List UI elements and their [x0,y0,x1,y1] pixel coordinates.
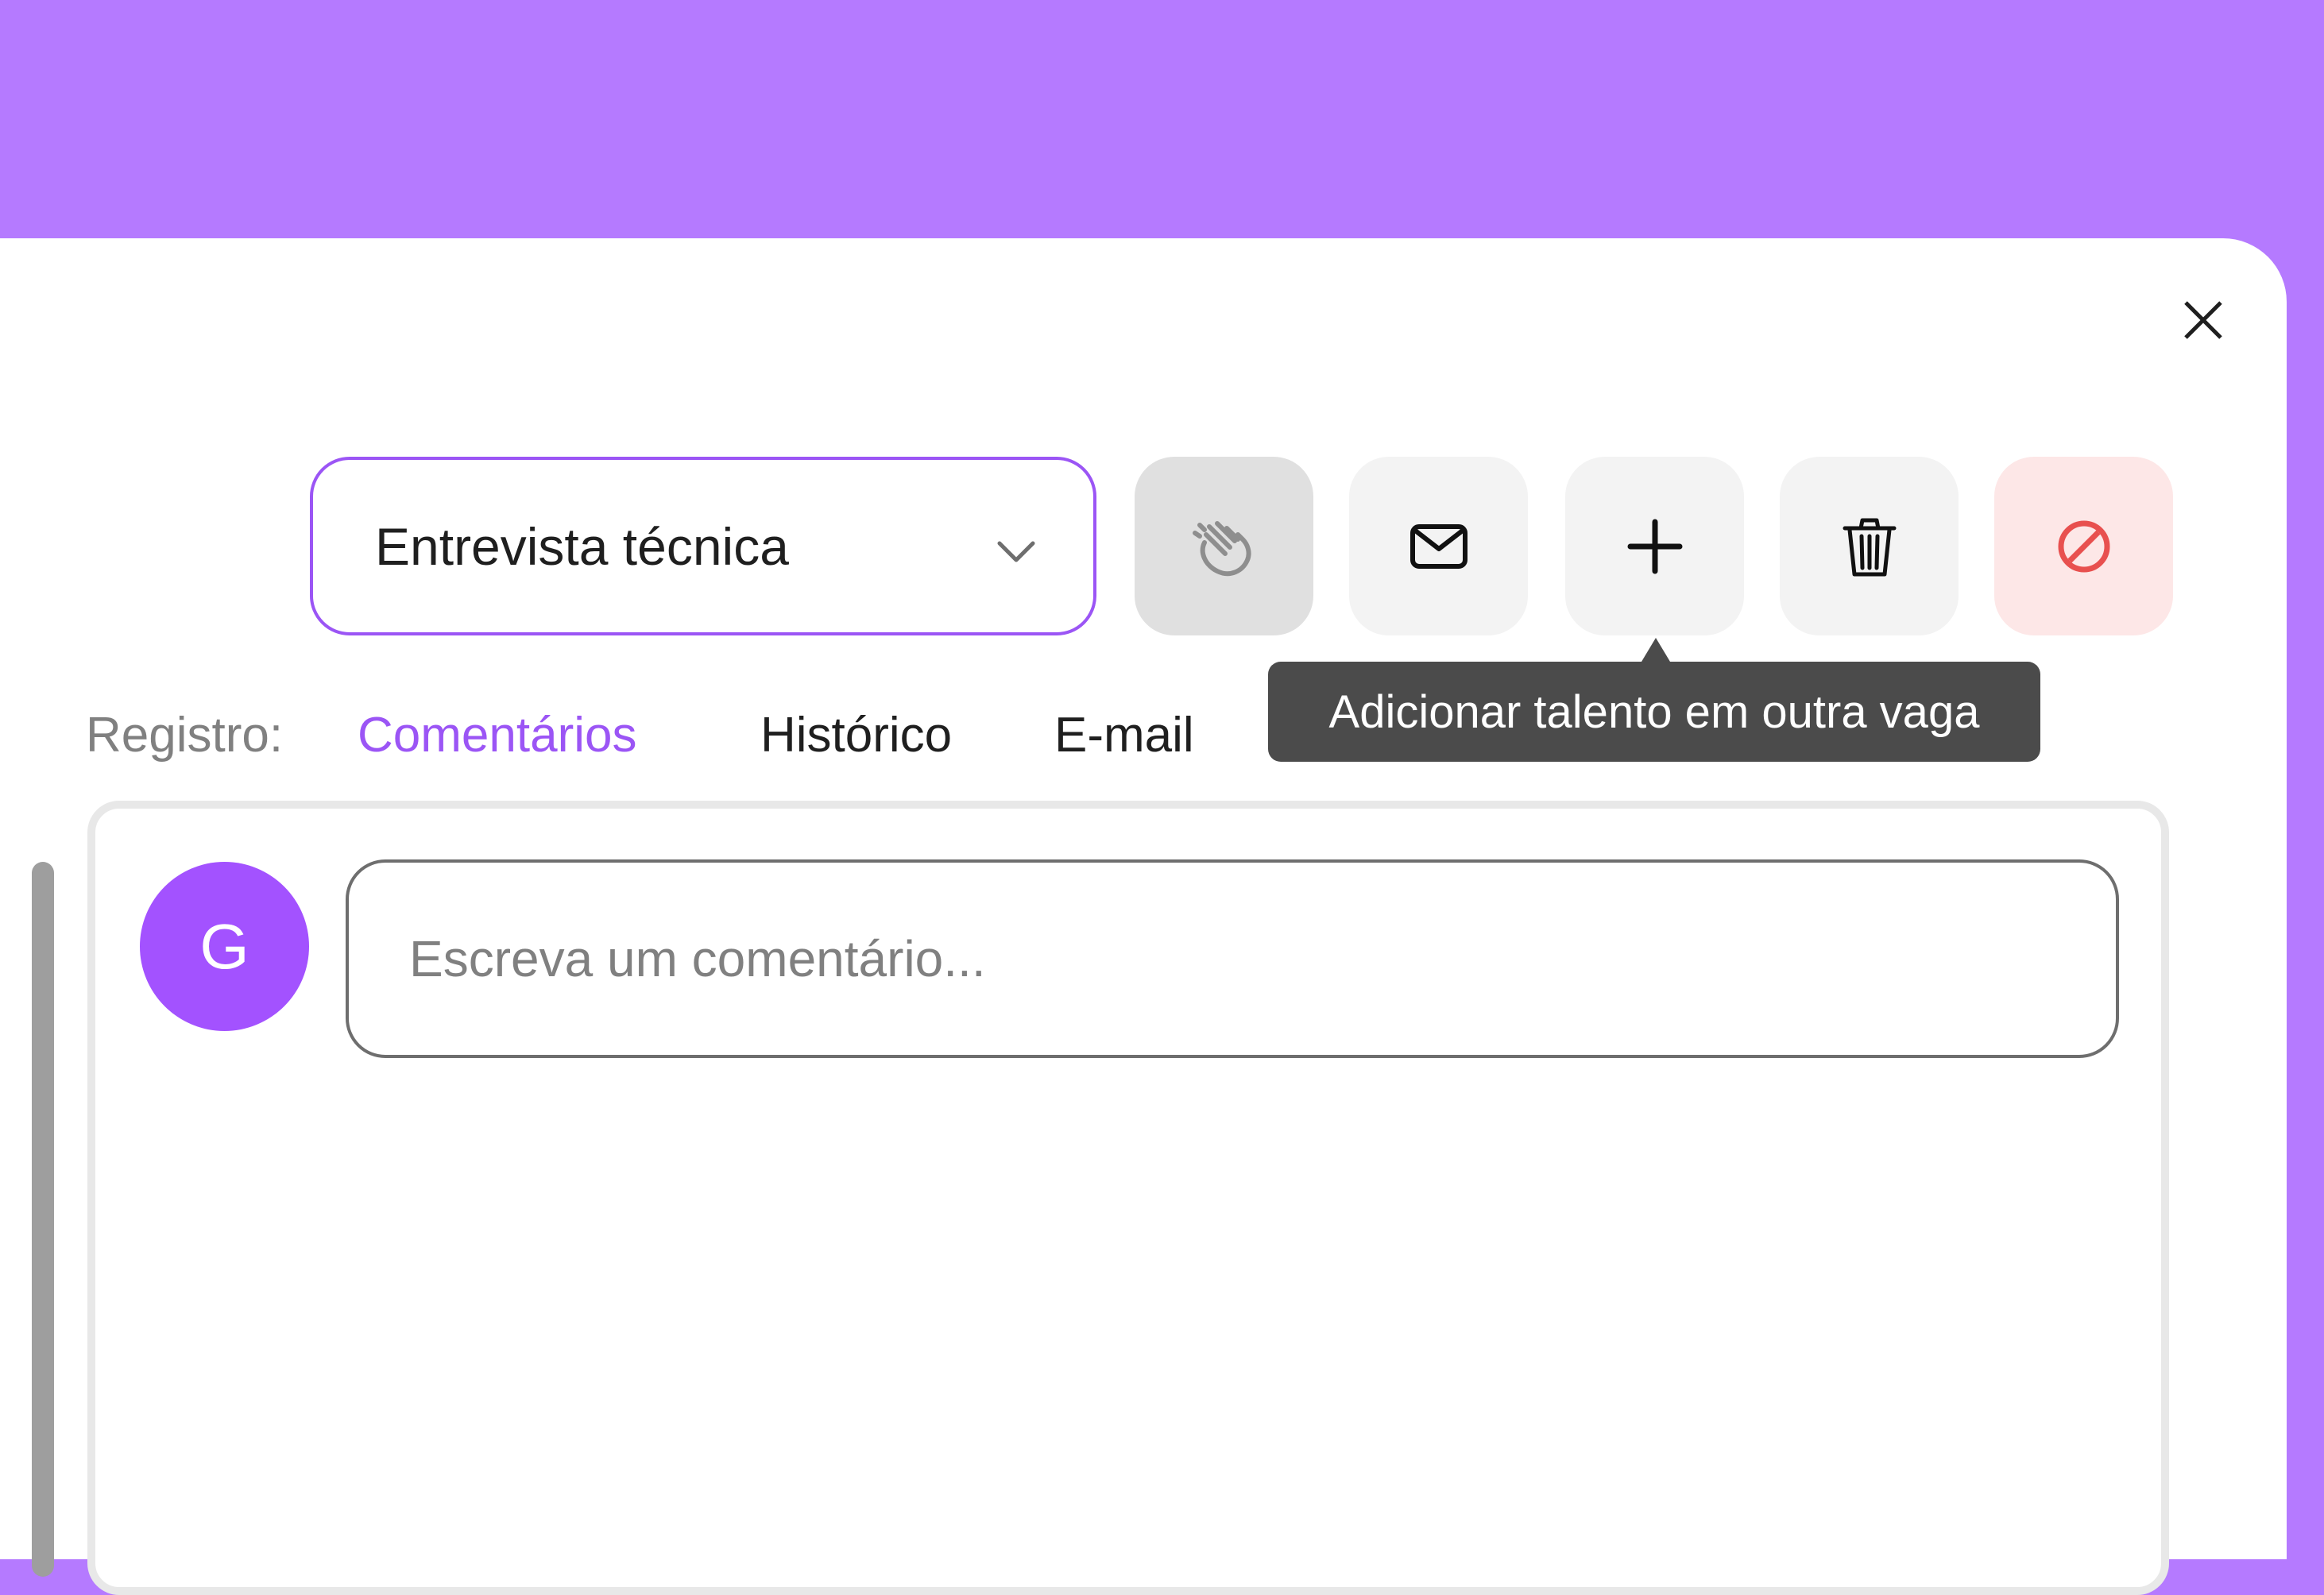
tab-history[interactable]: Histórico [760,707,952,763]
comment-input[interactable] [346,859,2119,1058]
close-icon [2184,301,2222,339]
avatar: G [140,862,309,1031]
tooltip-arrow [1641,638,1670,662]
delete-button[interactable] [1780,457,1959,635]
scrollbar[interactable] [32,862,54,1577]
send-email-button[interactable] [1349,457,1528,635]
stage-select-value: Entrevista técnica [375,516,789,576]
tooltip: Adicionar talento em outra vaga [1268,662,2040,762]
tab-email[interactable]: E-mail [1054,707,1194,763]
block-icon [2058,520,2109,572]
stage-select[interactable]: Entrevista técnica [310,457,1096,635]
reject-button[interactable] [1994,457,2173,635]
plus-icon [1627,519,1682,574]
tabs-label: Registro: [86,708,284,763]
tab-comments[interactable]: Comentários [358,707,636,763]
wave-button[interactable] [1135,457,1313,635]
trash-icon [1843,518,1896,576]
add-to-job-button[interactable] [1565,457,1744,635]
avatar-initial: G [199,910,249,982]
close-button[interactable] [2177,294,2229,346]
wave-hand-icon [1192,520,1251,576]
mail-icon [1409,523,1467,569]
tooltip-text: Adicionar talento em outra vaga [1328,686,1980,738]
chevron-down-icon [997,541,1035,562]
